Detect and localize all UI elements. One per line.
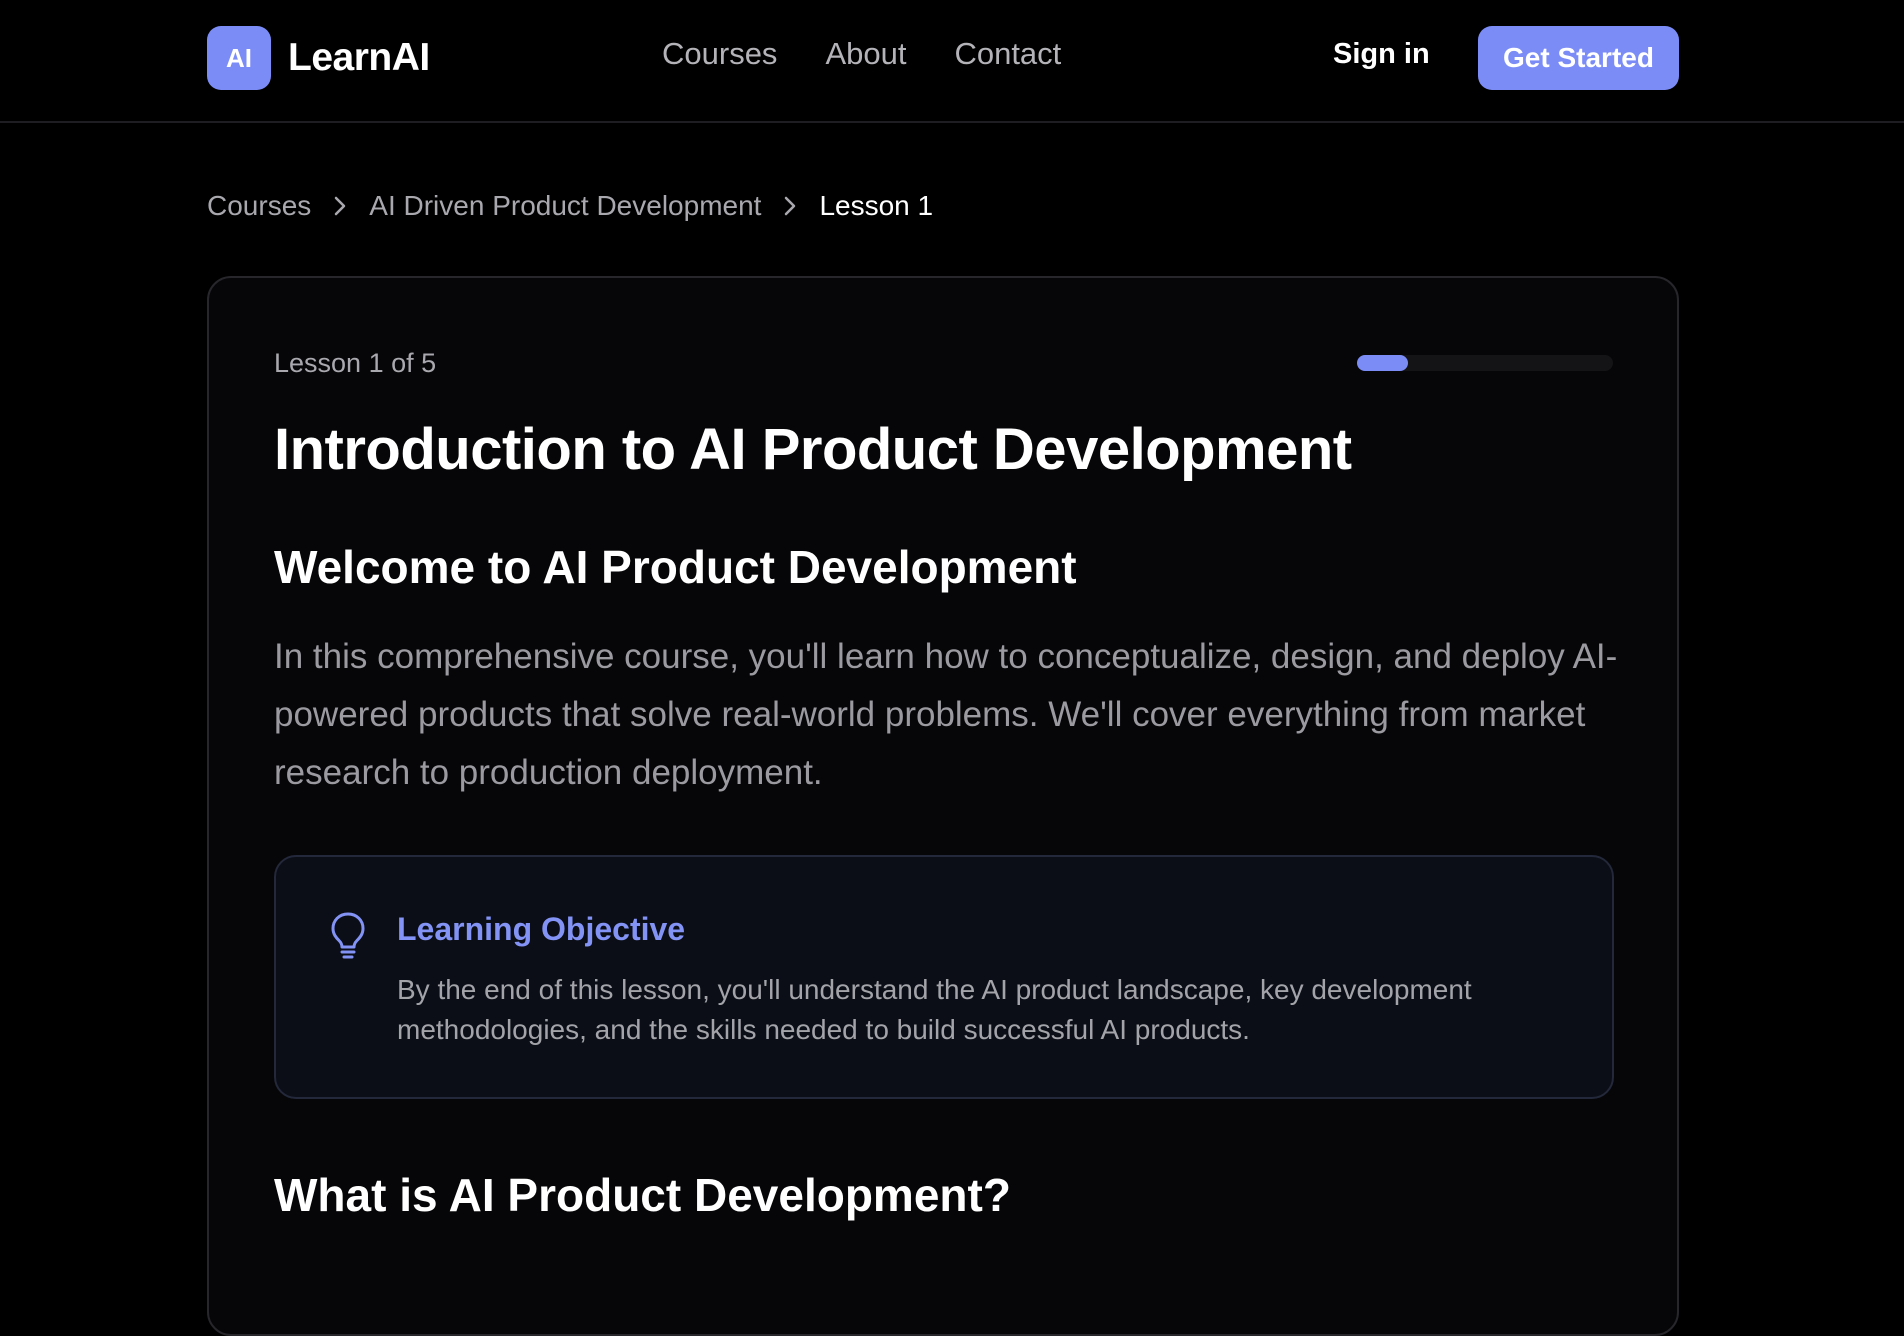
learning-objective-box: Learning Objective By the end of this le… — [274, 855, 1614, 1099]
chevron-right-icon — [783, 195, 797, 217]
breadcrumb: Courses AI Driven Product Development Le… — [207, 190, 933, 222]
get-started-button[interactable]: Get Started — [1478, 26, 1679, 90]
intro-paragraph: In this comprehensive course, you'll lea… — [274, 637, 1618, 792]
lesson-progress-fill — [1357, 355, 1409, 371]
breadcrumb-course[interactable]: AI Driven Product Development — [369, 190, 761, 222]
nav-links: Courses About Contact — [662, 36, 1061, 72]
breadcrumb-courses[interactable]: Courses — [207, 190, 311, 222]
chevron-right-icon — [333, 195, 347, 217]
nav-link-courses[interactable]: Courses — [662, 36, 777, 72]
lesson-title: Introduction to AI Product Development — [274, 417, 1352, 482]
nav-link-contact[interactable]: Contact — [954, 36, 1061, 72]
lesson-progress-bar — [1357, 355, 1613, 371]
section-heading-welcome: Welcome to AI Product Development — [274, 541, 1077, 593]
lesson-count: Lesson 1 of 5 — [274, 348, 437, 378]
lesson-card: Lesson 1 of 5 Introduction to AI Product… — [207, 276, 1679, 1336]
objective-text: By the end of this lesson, you'll unders… — [397, 974, 1472, 1045]
objective-title: Learning Objective — [397, 911, 686, 947]
logo-text: LearnAI — [288, 36, 430, 79]
top-navbar: AI LearnAI Courses About Contact Sign in… — [0, 0, 1904, 123]
breadcrumb-current: Lesson 1 — [819, 190, 934, 221]
logo-badge: AI — [207, 26, 271, 90]
section-heading-what-is: What is AI Product Development? — [274, 1169, 1011, 1221]
nav-link-about[interactable]: About — [825, 36, 906, 72]
sign-in-link[interactable]: Sign in — [1333, 38, 1430, 71]
logo[interactable]: AI LearnAI — [207, 26, 430, 90]
lightbulb-icon — [330, 911, 366, 959]
